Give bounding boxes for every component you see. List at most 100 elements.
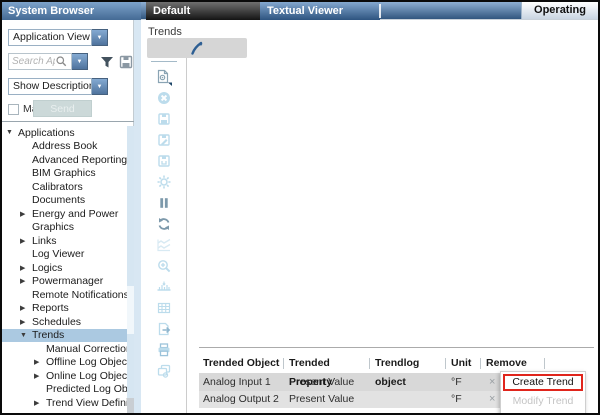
tab-default[interactable]: Default [146,2,260,20]
bottom-panel-border [199,347,594,348]
report-settings-icon[interactable] [155,69,172,85]
scrollbar-thumb-bottom[interactable] [127,398,134,413]
save-all-icon[interactable] [156,153,172,169]
copy-settings-icon[interactable] [156,363,172,379]
chart-icon[interactable] [156,237,172,253]
filter-icon[interactable] [99,54,115,70]
tree-item[interactable]: Calibrators [2,180,127,194]
tree-item[interactable]: Logics [2,261,127,275]
header-trendlog-object[interactable]: Trendlog object [371,354,447,373]
tree-expand-icon[interactable] [34,358,46,366]
table-grid-icon[interactable] [156,300,172,316]
tree-item-label: Graphics [32,221,74,233]
tree-expand-icon[interactable] [20,277,32,285]
search-icon [55,55,68,68]
tree-item-label: Schedules [32,316,81,328]
header-trended-object[interactable]: Trended Object [199,354,285,373]
tree-item[interactable]: Schedules [2,315,127,329]
view-title: Trends [148,26,182,38]
tree-item[interactable]: Trend View Definitions [2,396,127,410]
cancel-icon[interactable] [156,90,172,106]
tab-bar-divider [379,4,381,18]
tree-item[interactable]: Address Book [2,140,127,154]
sidebar-scrollbar[interactable] [127,126,134,413]
zoom-in-icon[interactable] [156,258,172,274]
tree-item-label: Advanced Reporting [32,154,127,166]
tree-expand-icon[interactable] [20,237,32,245]
header-unit[interactable]: Unit [447,354,482,373]
sidebar-divider [2,121,134,122]
tree-expand-icon[interactable] [20,264,32,272]
tree-expand-icon[interactable] [34,372,46,380]
scrollbar-thumb[interactable] [127,286,134,334]
tree-expand-icon[interactable] [20,210,32,218]
save-icon[interactable] [118,54,134,70]
save-icon[interactable] [156,111,172,127]
axis-scale-icon[interactable] [156,279,172,295]
tree-item[interactable]: Applications [2,126,127,140]
tree-item[interactable]: Links [2,234,127,248]
display-mode-selector[interactable]: Show Description [8,78,108,95]
tree-item-label: Energy and Power [32,208,118,220]
checkbox[interactable] [8,104,19,115]
pen-edit-icon[interactable] [147,38,247,58]
tree-item[interactable]: Remote Notifications [2,288,127,302]
context-menu-item[interactable]: Modify Trend [503,393,583,410]
tab-bar: Default Textual Viewer Operating [141,2,598,20]
chevron-down-icon[interactable] [92,78,108,95]
cell-trended-property: Present Value [285,393,371,405]
context-menu-item[interactable]: Create Trend [503,374,583,391]
search-box[interactable] [8,53,72,70]
tree-item[interactable]: Manual Correction [2,342,127,356]
tree-item[interactable]: Trends [2,329,127,343]
tree-expand-icon[interactable] [20,332,32,339]
tree-item[interactable]: Online Log Objects [2,369,127,383]
tree-item[interactable]: Reports [2,302,127,316]
gear-icon[interactable] [156,174,172,190]
tree-item-label: Remote Notifications [32,289,129,301]
app-window: System Browser Application View Show Des… [0,0,600,415]
tree-expand-icon[interactable] [20,304,32,312]
table-body: Analog Input 1 Present Value °F × Analog… [199,373,547,408]
cell-trended-object: Analog Output 2 [199,393,285,405]
tree-item-label: Applications [18,127,75,139]
tree-item[interactable]: Predicted Log Objects [2,383,127,397]
tree-item-label: Log Viewer [32,248,84,260]
tree-item[interactable]: Offline Log Objects [2,356,127,370]
chevron-down-icon[interactable] [72,53,88,70]
tree-expand-icon[interactable] [6,129,18,136]
tree-expand-icon[interactable] [20,318,32,326]
send-button[interactable]: Send [33,100,92,117]
toolbar-divider [151,61,177,62]
tree-item[interactable]: Documents [2,194,127,208]
tree-item[interactable]: Advanced Reporting [2,153,127,167]
view-selector[interactable]: Application View [8,29,108,46]
pause-icon[interactable] [156,195,172,211]
tree-item[interactable]: Graphics [2,221,127,235]
applications-tree: Applications Address Book Advanced Repor… [2,126,127,410]
tree-item[interactable]: Energy and Power [2,207,127,221]
print-icon[interactable] [156,342,172,358]
tree-item-label: BIM Graphics [32,167,96,179]
tree-item-label: Powermanager [32,275,103,287]
refresh-icon[interactable] [156,216,172,232]
tree-item[interactable]: BIM Graphics [2,167,127,181]
tree-item[interactable]: Powermanager [2,275,127,289]
export-icon[interactable] [156,321,172,337]
header-trended-property[interactable]: Trended Property [285,354,371,373]
cell-trended-object: Analog Input 1 [199,376,285,388]
tab-textual-viewer[interactable]: Textual Viewer [260,2,380,20]
tree-item[interactable]: Log Viewer [2,248,127,262]
save-as-icon[interactable] [156,132,172,148]
table-row[interactable]: Analog Input 1 Present Value °F × [199,373,547,391]
main-panel: Default Textual Viewer Operating Trends [141,2,598,413]
search-input[interactable] [9,56,55,67]
system-browser-sidebar: Application View Show Description Ma [2,2,134,413]
table-row[interactable]: Analog Output 2 Present Value °F × [199,391,547,409]
panel-splitter[interactable] [134,2,141,413]
tree-item-label: Manual Correction [46,343,132,355]
tree-expand-icon[interactable] [34,399,46,407]
chevron-down-icon[interactable] [92,29,108,46]
tree-item-label: Links [32,235,57,247]
tab-operating[interactable]: Operating [521,2,598,19]
